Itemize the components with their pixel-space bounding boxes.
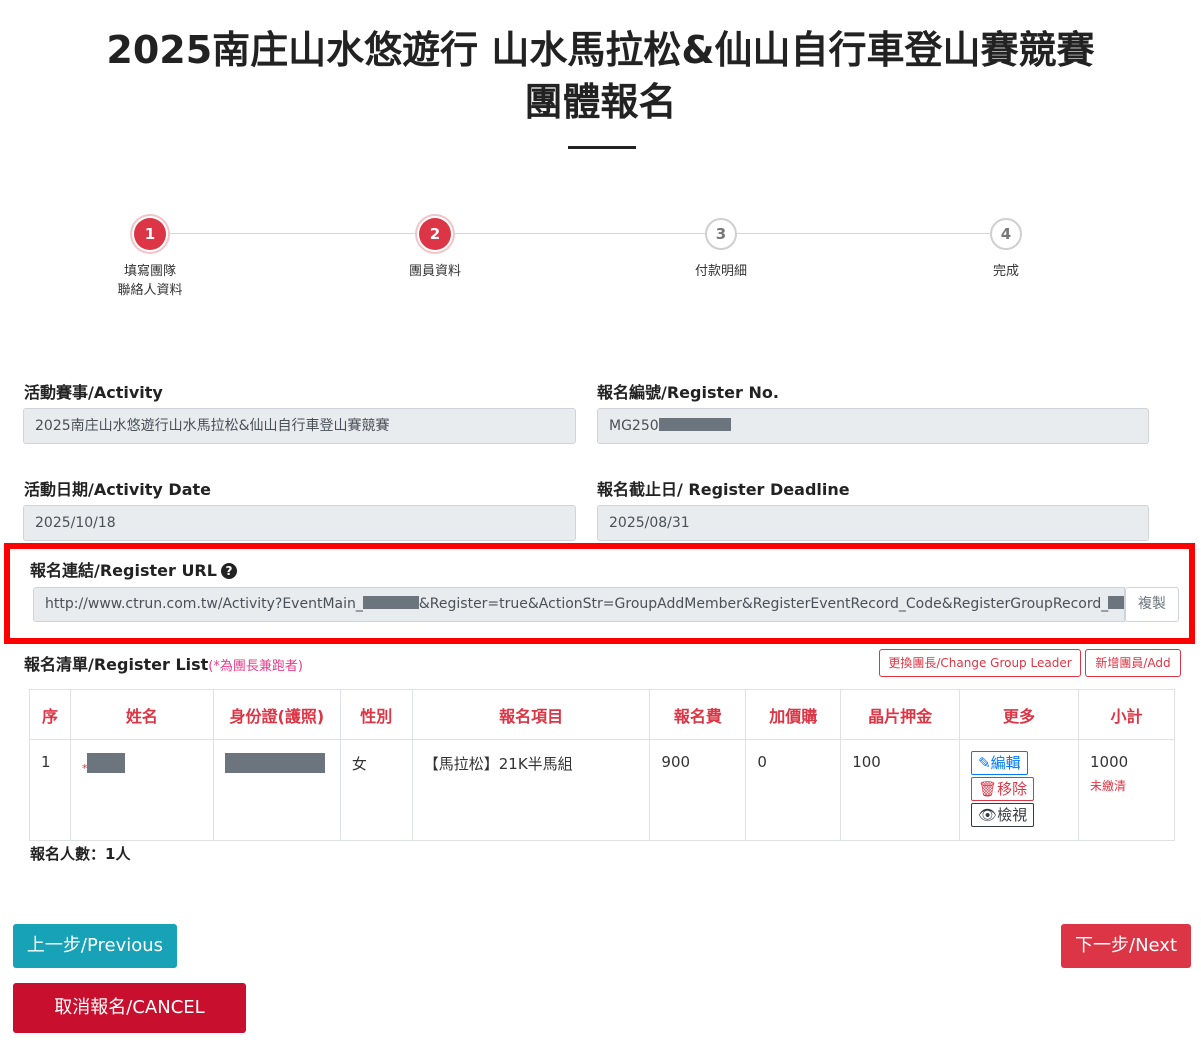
cell-name: * [69,739,214,841]
edit-icon: ✎ [978,754,991,772]
cell-fee: 900 [649,739,747,841]
register-no-value: MG250 [609,418,659,434]
page-title: 2025南庄山水悠遊行 山水馬拉松&仙山自行車登山賽競賽 團體報名 [0,24,1201,128]
change-leader-button[interactable]: 更換團長/Change Group Leader [879,649,1081,677]
step-1-circle: 1 [134,218,166,250]
activity-date-field[interactable]: 2025/10/18 [23,505,576,541]
register-url-field[interactable]: http://www.ctrun.com.tw/Activity?EventMa… [33,587,1125,622]
register-url-part1: http://www.ctrun.com.tw/Activity?EventMa… [45,596,363,612]
step-2-label: 團員資料 [408,264,461,279]
cell-actions: ✎編輯 🗑移除 👁檢視 [959,739,1079,841]
previous-button[interactable]: 上一步/Previous [13,924,177,968]
activity-date-label: 活動日期/Activity Date [24,480,211,499]
register-list-title: 報名清單/Register List(*為團長兼跑者) [24,651,303,675]
col-header-subtotal: 小計 [1078,689,1175,740]
table-header-row: 序 姓名 身份證(護照) 性別 報名項目 報名費 加價購 晶片押金 更多 小計 [29,689,1175,740]
col-header-name: 姓名 [69,689,214,740]
table-row: 1 * 女 【馬拉松】21K半馬組 900 0 100 ✎編輯 🗑移除 👁檢視 … [29,739,1175,841]
step-4: 4 完成 [936,218,1076,281]
cell-addon: 0 [745,739,842,841]
col-header-more: 更多 [959,689,1079,740]
activity-label: 活動賽事/Activity [24,383,163,402]
redacted-block [362,596,419,609]
activity-value: 2025南庄山水悠遊行山水馬拉松&仙山自行車登山賽競賽 [35,418,390,434]
col-header-deposit: 晶片押金 [840,689,961,740]
add-member-button[interactable]: 新增團員/Add [1085,649,1181,677]
view-button[interactable]: 👁檢視 [971,803,1035,827]
edit-button[interactable]: ✎編輯 [971,751,1028,775]
cancel-registration-button[interactable]: 取消報名/CANCEL [13,983,246,1033]
register-url-label: 報名連結/Register URL [30,561,217,580]
step-2-circle: 2 [419,218,451,250]
leader-note: (*為團長兼跑者) [208,659,303,674]
step-3-circle: 3 [705,218,737,250]
cell-subtotal: 1000 未繳清 [1078,739,1175,841]
next-button[interactable]: 下一步/Next [1061,924,1191,968]
registrant-count: 報名人數：1人 [30,845,131,863]
cell-id [212,739,341,841]
payment-status: 未繳清 [1090,779,1127,793]
step-3-label: 付款明細 [694,264,747,279]
subtotal-value: 1000 [1090,753,1129,771]
title-divider [568,146,636,149]
activity-field[interactable]: 2025南庄山水悠遊行山水馬拉松&仙山自行車登山賽競賽 [23,408,576,444]
step-3: 3 付款明細 [651,218,791,281]
trash-icon: 🗑 [978,780,998,798]
cell-seq: 1 [29,739,71,841]
col-header-id: 身份證(護照) [212,689,341,740]
view-label: 檢視 [997,806,1028,824]
register-list-label: 報名清單/Register List [24,655,209,674]
cell-deposit: 100 [840,739,961,841]
remove-label: 移除 [997,780,1028,798]
remove-button[interactable]: 🗑移除 [971,777,1035,801]
deadline-field[interactable]: 2025/08/31 [597,505,1149,541]
copy-button[interactable]: 複製 [1125,587,1179,622]
col-header-item: 報名項目 [411,689,651,740]
step-4-circle: 4 [990,218,1022,250]
step-4-label: 完成 [992,264,1019,279]
step-1-label: 填寫團隊 聯絡人資料 [117,264,183,298]
eye-icon: 👁 [978,806,998,824]
register-url-label-row: 報名連結/Register URL? [30,557,237,581]
col-header-fee: 報名費 [649,689,747,740]
register-no-field[interactable]: MG250 [597,408,1149,444]
page-title-line1: 2025南庄山水悠遊行 山水馬拉松&仙山自行車登山賽競賽 [106,28,1095,72]
deadline-value: 2025/08/31 [609,515,690,531]
redacted-block [224,753,325,773]
page-title-line2: 團體報名 [524,80,677,124]
cell-item: 【馬拉松】21K半馬組 [411,739,651,841]
redacted-block [1108,596,1124,609]
register-url-part2: &Register=true&ActionStr=GroupAddMember&… [418,596,1109,612]
step-1: 1 填寫團隊 聯絡人資料 [80,218,220,300]
activity-date-value: 2025/10/18 [35,515,116,531]
register-table: 序 姓名 身份證(護照) 性別 報名項目 報名費 加價購 晶片押金 更多 小計 … [29,689,1175,841]
step-2: 2 團員資料 [365,218,505,281]
col-header-gender: 性別 [339,689,413,740]
question-circle-icon[interactable]: ? [220,563,237,579]
col-header-seq: 序 [29,689,71,740]
cell-gender: 女 [339,739,413,841]
deadline-label: 報名截止日/ Register Deadline [597,480,850,499]
col-header-addon: 加價購 [745,689,842,740]
edit-label: 編輯 [990,754,1021,772]
stepper-line [165,233,1006,234]
redacted-block [658,418,731,431]
redacted-block [87,753,126,773]
register-no-label: 報名編號/Register No. [597,383,779,402]
